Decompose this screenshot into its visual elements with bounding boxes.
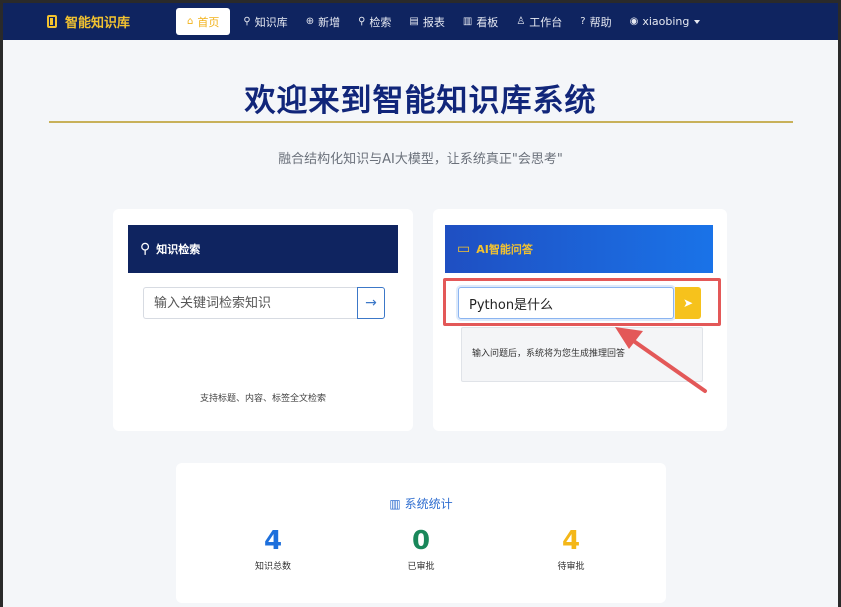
title-divider — [49, 121, 793, 123]
nav-label: 帮助 — [589, 15, 612, 29]
card-title: 知识检索 — [156, 243, 201, 256]
nav-item-home[interactable]: ⌂ 首页 — [176, 8, 231, 35]
user-circle-icon: ◉ — [629, 16, 639, 27]
stats-title: ▥ 系统统计 — [176, 495, 666, 512]
send-button[interactable]: ➤ — [675, 287, 701, 319]
card-title: AI智能问答 — [476, 243, 533, 256]
chat-icon: ▭ — [457, 241, 471, 257]
stat-value: 0 — [411, 526, 431, 556]
browser-viewport: 智能知识库 ⌂ 首页 ⚲ 知识库 ⊕ 新增 ⚲ 检索 ▤ 报表 ▥ 看板 ♙ 工… — [3, 3, 838, 607]
bar-chart-icon: ▥ — [389, 497, 401, 511]
user-icon: ♙ — [516, 16, 526, 27]
search-icon: ⚲ — [358, 16, 366, 27]
report-icon: ▤ — [409, 16, 419, 27]
nav-item-help[interactable]: ? 帮助 — [571, 8, 620, 35]
top-navbar: 智能知识库 ⌂ 首页 ⚲ 知识库 ⊕ 新增 ⚲ 检索 ▤ 报表 ▥ 看板 ♙ 工… — [3, 3, 838, 40]
nav-label: 知识库 — [254, 15, 288, 29]
stat-value: 4 — [263, 526, 283, 556]
arrow-right-icon: → — [365, 295, 377, 311]
nav-item-add[interactable]: ⊕ 新增 — [297, 8, 349, 35]
search-submit-button[interactable]: → — [357, 287, 385, 319]
stat-value: 4 — [561, 526, 581, 556]
search-icon: ⚲ — [140, 241, 151, 257]
nav-label: 报表 — [422, 15, 445, 29]
card-header: ⚲ 知识检索 — [128, 225, 398, 273]
annotation-arrow-icon — [615, 327, 707, 393]
nav-label: 新增 — [318, 15, 341, 29]
nav-item-dashboard[interactable]: ▥ 看板 — [454, 8, 507, 35]
search-hint: 支持标题、内容、标签全文检索 — [199, 394, 326, 404]
stats-title-text: 系统统计 — [404, 497, 453, 511]
search-input[interactable] — [143, 287, 357, 319]
question-input[interactable] — [458, 287, 674, 319]
card-header: ▭ AI智能问答 — [445, 225, 713, 273]
nav-item-workbench[interactable]: ♙ 工作台 — [507, 8, 571, 35]
page-subtitle: 融合结构化知识与AI大模型，让系统真正"会思考" — [278, 152, 563, 167]
nav-item-search[interactable]: ⚲ 检索 — [349, 8, 400, 35]
nav-label: 检索 — [369, 15, 392, 29]
stat-approved: 0 已审批 — [371, 525, 471, 572]
search-row: → — [143, 287, 385, 319]
brand-logo[interactable]: 智能知识库 — [47, 3, 130, 40]
user-menu[interactable]: ◉ xiaobing — [621, 8, 710, 35]
nav-label: 工作台 — [529, 15, 563, 29]
bar-chart-icon: ▥ — [462, 16, 473, 27]
home-icon: ⌂ — [187, 16, 194, 27]
nav-menu: ⌂ 首页 ⚲ 知识库 ⊕ 新增 ⚲ 检索 ▤ 报表 ▥ 看板 ♙ 工作台 ? 帮… — [176, 8, 709, 35]
plus-circle-icon: ⊕ — [305, 16, 315, 27]
book-icon — [47, 15, 57, 28]
nav-item-report[interactable]: ▤ 报表 — [400, 8, 453, 35]
stat-pending: 4 待审批 — [521, 525, 621, 572]
stat-label: 待审批 — [557, 562, 585, 572]
send-icon: ➤ — [682, 296, 694, 310]
knowledge-search-card: ⚲ 知识检索 → 支持标题、内容、标签全文检索 — [113, 209, 413, 431]
nav-item-knowledge-base[interactable]: ⚲ 知识库 — [234, 8, 296, 35]
search-icon: ⚲ — [243, 16, 251, 27]
user-name: xiaobing — [642, 15, 690, 28]
help-icon: ? — [580, 16, 586, 27]
chevron-down-icon — [694, 19, 701, 24]
nav-label: 看板 — [476, 15, 499, 29]
system-stats-card: ▥ 系统统计 4 知识总数 0 已审批 4 待审批 — [176, 463, 666, 603]
stat-label: 知识总数 — [254, 562, 291, 572]
brand-name: 智能知识库 — [65, 16, 131, 31]
page-title: 欢迎来到智能知识库系统 — [244, 83, 597, 119]
stat-label: 已审批 — [407, 562, 435, 572]
nav-label: 首页 — [197, 15, 220, 29]
stat-total: 4 知识总数 — [223, 525, 323, 572]
